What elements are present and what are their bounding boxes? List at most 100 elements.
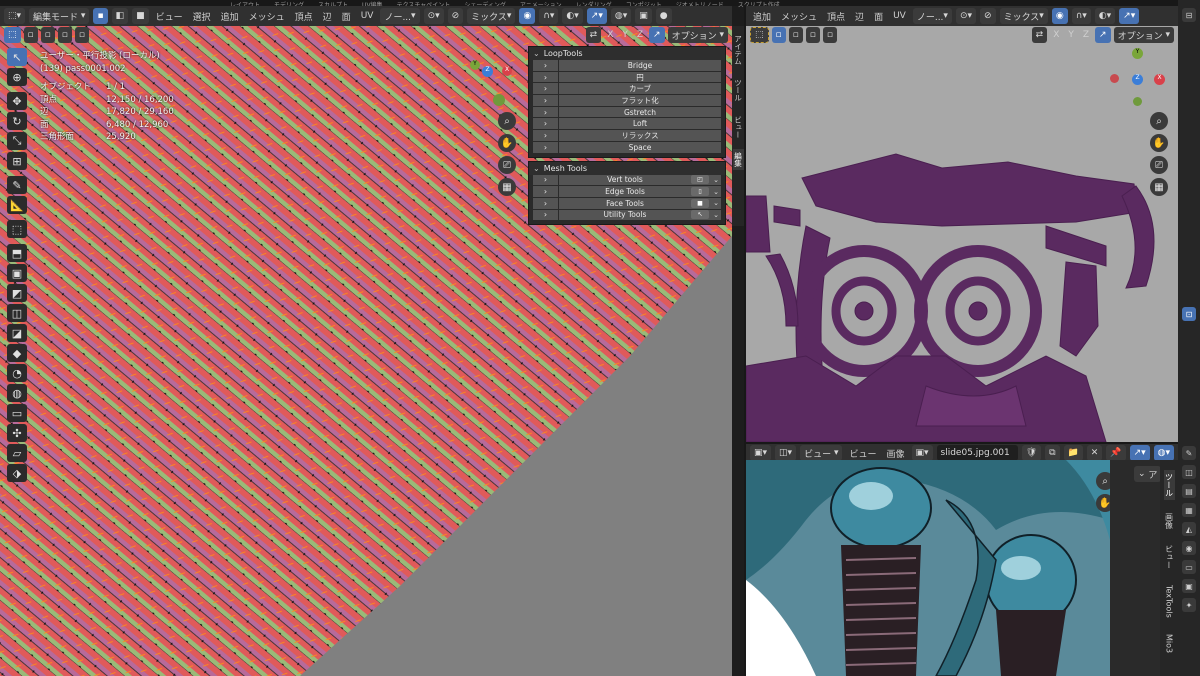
select-extend-icon[interactable]: ▫ xyxy=(788,27,803,43)
world-icon[interactable]: ◉ xyxy=(1182,541,1196,555)
looptools-item[interactable]: › Loft xyxy=(533,118,721,131)
looptools-header[interactable]: ⌄ LoopTools xyxy=(529,47,725,60)
polybuild-tool-icon[interactable]: ◆ xyxy=(7,344,27,362)
axis-x[interactable]: X xyxy=(604,30,616,40)
menu-face[interactable]: 面 xyxy=(339,10,354,23)
navigation-gizmo[interactable]: Y Z X xyxy=(466,58,516,108)
auto-merge-icon[interactable]: ↗ xyxy=(649,27,665,43)
select-box-icon[interactable]: ⬚ xyxy=(750,27,769,43)
zoom-icon[interactable]: ⌕ xyxy=(1096,472,1110,490)
bevel-tool-icon[interactable]: ◩ xyxy=(7,284,27,302)
meshtools-item[interactable]: › Edge Tools ▯ ⌄ xyxy=(533,186,721,198)
zoom-icon[interactable]: ⌕ xyxy=(498,112,516,130)
visibility-icon[interactable]: ◐▾ xyxy=(562,8,583,24)
menu-add[interactable]: 追加 xyxy=(750,10,774,23)
output-icon[interactable]: ▤ xyxy=(1182,484,1196,498)
snapping-select[interactable]: ミックス ▾ xyxy=(467,8,516,24)
pin-icon[interactable]: 📌 xyxy=(1106,445,1126,461)
gizmo-toggle-icon[interactable]: ↗▾ xyxy=(1119,8,1140,24)
move-tool-icon[interactable]: ✥ xyxy=(7,92,27,110)
gizmo-z-icon[interactable]: Z xyxy=(482,66,493,77)
transform-orientation-select[interactable]: ノー... ▾ xyxy=(912,8,952,24)
gizmo-neg-y-icon[interactable] xyxy=(1133,97,1142,106)
uv-navigation-gizmo[interactable]: Y Z X xyxy=(1110,48,1166,108)
menu-add[interactable]: 追加 xyxy=(218,10,242,23)
rotate-tool-icon[interactable]: ↻ xyxy=(7,112,27,130)
axis-z[interactable]: Z xyxy=(1080,30,1092,40)
looptools-item[interactable]: › Space xyxy=(533,141,721,154)
xray-icon[interactable]: ▣ xyxy=(635,8,652,24)
shading-solid-icon[interactable]: ● xyxy=(655,8,672,24)
tab-view[interactable]: ビュー xyxy=(1164,542,1175,572)
meshtools-item[interactable]: › Utility Tools ↖ ⌄ xyxy=(533,209,721,222)
meshtools-item[interactable]: › Vert tools ◰ ⌄ xyxy=(533,174,721,187)
shear-tool-icon[interactable]: ▱ xyxy=(7,444,27,462)
gizmo-toggle-icon[interactable]: ↗▾ xyxy=(586,8,607,24)
overlay-icon[interactable]: ◍▾ xyxy=(610,8,632,24)
menu-uv[interactable]: UV xyxy=(358,11,377,21)
axis-z[interactable]: Z xyxy=(634,30,646,40)
proportional-edit-icon[interactable]: ◉ xyxy=(519,8,536,24)
image-name-field[interactable]: slide05.jpg.001 xyxy=(936,445,1018,461)
extrude-tool-icon[interactable]: ⬒ xyxy=(7,244,27,262)
smooth-tool-icon[interactable]: ◍ xyxy=(7,384,27,402)
gizmo-neg-x-icon[interactable] xyxy=(1110,74,1119,83)
select-intersect-icon[interactable]: ▫ xyxy=(822,27,837,43)
tab-textools[interactable]: TexTools xyxy=(1165,582,1174,621)
gizmo-x-icon[interactable]: X xyxy=(1154,74,1165,85)
mirror-icon[interactable]: ⇄ xyxy=(1031,27,1048,43)
tab-item[interactable]: アイテム xyxy=(733,32,744,68)
looptools-item[interactable]: › フラット化 xyxy=(533,95,721,107)
tab-tool[interactable]: ツール xyxy=(1163,470,1175,500)
fake-user-icon[interactable]: 🛡 xyxy=(1021,445,1042,461)
options-dropdown[interactable]: オプション ▾ xyxy=(1113,27,1174,43)
uv-viewport[interactable]: Y Z X ⌕ ✋ ⎚ ▦ xyxy=(746,26,1178,442)
measure-tool-icon[interactable]: 📐 xyxy=(7,196,27,214)
falloff-icon[interactable]: ∩▾ xyxy=(1071,8,1091,24)
looptools-item[interactable]: › カーブ xyxy=(533,83,721,96)
collection-icon[interactable]: ▭ xyxy=(1182,560,1196,574)
menu-view[interactable]: ビュー xyxy=(846,447,879,460)
edge-select-icon[interactable]: ◧ xyxy=(111,8,129,24)
select-mode-icon[interactable]: ▫ xyxy=(23,27,38,43)
tab-view[interactable]: ビュー xyxy=(733,113,744,142)
editor-type-icon[interactable]: ⊟ xyxy=(1182,8,1196,22)
image-browse-icon[interactable]: ▣▾ xyxy=(911,445,933,461)
tab-mio3[interactable]: Mio3 xyxy=(1165,631,1174,656)
menu-mesh[interactable]: メッシュ xyxy=(778,10,820,23)
menu-image[interactable]: 画像 xyxy=(883,447,907,460)
snap-icon[interactable]: ⊘ xyxy=(447,8,464,24)
overlay-icon[interactable]: ◍▾ xyxy=(1153,445,1174,461)
select-subtract-icon[interactable]: ▫ xyxy=(57,27,72,43)
annotate-tool-icon[interactable]: ✎ xyxy=(7,176,27,194)
image-canvas[interactable]: ⌕ ✋ xyxy=(746,460,1110,676)
knife-tool-icon[interactable]: ◪ xyxy=(7,324,27,342)
transform-tool-icon[interactable]: ⊞ xyxy=(7,152,27,170)
proportional-edit-icon[interactable]: ◉ xyxy=(1051,8,1068,24)
snapping-select[interactable]: ミックス ▾ xyxy=(999,8,1048,24)
scale-tool-icon[interactable]: ⤡ xyxy=(7,132,27,150)
pan-hand-icon[interactable]: ✋ xyxy=(498,134,516,152)
axis-y[interactable]: Y xyxy=(1065,30,1077,40)
looptools-item[interactable]: › Bridge xyxy=(533,60,721,72)
add-cube-tool-icon[interactable]: ⬚ xyxy=(7,220,27,238)
tab-image[interactable]: 画像 xyxy=(1164,510,1175,532)
render-icon[interactable]: ◫ xyxy=(1182,465,1196,479)
select-mode-icon[interactable]: ▫ xyxy=(771,27,786,43)
view-select[interactable]: ビュー ▾ xyxy=(800,445,843,461)
camera-icon[interactable]: ⎚ xyxy=(498,156,516,174)
scene-icon[interactable]: ◭ xyxy=(1182,522,1196,536)
menu-uv[interactable]: UV xyxy=(890,11,909,21)
unlink-icon[interactable]: ✕ xyxy=(1086,445,1103,461)
tab-tool[interactable]: ツール xyxy=(733,76,744,105)
select-subtract-icon[interactable]: ▫ xyxy=(805,27,820,43)
editor-type-button[interactable]: ▣▾ xyxy=(750,445,772,461)
pivot-icon[interactable]: ⊙▾ xyxy=(955,8,977,24)
zoom-icon[interactable]: ⌕ xyxy=(1150,112,1168,130)
gizmo-x-icon[interactable]: X xyxy=(502,66,512,76)
menu-vertex[interactable]: 頂点 xyxy=(824,10,848,23)
rip-tool-icon[interactable]: ⬗ xyxy=(7,464,27,482)
shrink-fatten-tool-icon[interactable]: ✣ xyxy=(7,424,27,442)
loopcut-tool-icon[interactable]: ◫ xyxy=(7,304,27,322)
face-select-icon[interactable]: ■ xyxy=(132,8,149,24)
